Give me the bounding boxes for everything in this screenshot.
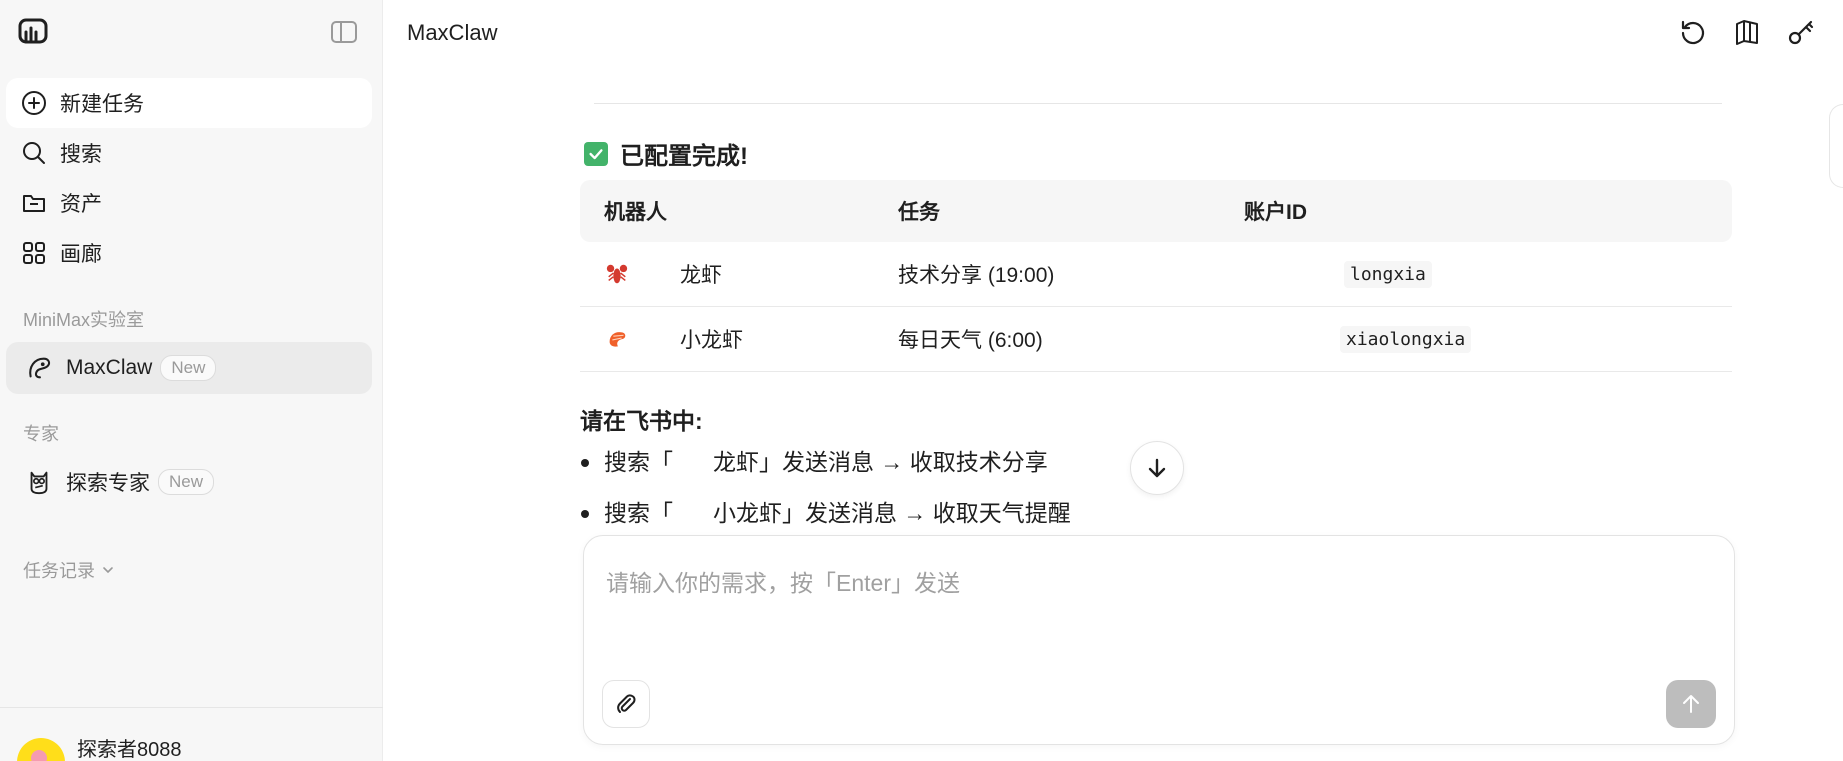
config-table: 机器人 任务 账户ID 龙虾 技术分享 (19:00) longxia 小龙虾 … (580, 180, 1732, 372)
arrow-up-icon (1683, 695, 1699, 713)
maxclaw-label: MaxClaw (66, 356, 153, 379)
search-icon (20, 139, 48, 167)
composer (583, 535, 1735, 745)
prompt-input[interactable] (606, 564, 1706, 664)
attach-button[interactable] (602, 680, 650, 728)
scroll-down-button[interactable] (1130, 441, 1184, 495)
divider (594, 103, 1722, 104)
book-icon[interactable] (1733, 18, 1761, 46)
history-icon[interactable] (1679, 18, 1707, 46)
header-actions (1679, 18, 1815, 46)
sidebar-item-explore-expert[interactable]: 探索专家 New (6, 456, 372, 508)
lab-section-label: MiniMax实验室 (23, 310, 145, 330)
chat-message: 已配置完成! 机器人 任务 账户ID 龙虾 技术分享 (19:00) longx… (580, 66, 1732, 536)
robot-name: 龙虾 (680, 264, 722, 287)
logo-icon[interactable] (18, 18, 48, 46)
account-id: xiaolongxia (1340, 326, 1472, 353)
username: 探索者8088 (77, 739, 182, 761)
header-account: 账户ID (1244, 201, 1307, 224)
sidebar-nav: 新建任务 搜索 资产 画廊 (6, 78, 372, 278)
status-text: 已配置完成! (620, 143, 748, 170)
new-task-button[interactable]: 新建任务 (6, 78, 372, 128)
task-history-toggle[interactable]: 任务记录 (23, 557, 115, 583)
instructions-title: 请在飞书中: (580, 408, 703, 434)
expert-section-label: 专家 (23, 424, 59, 444)
header: MaxClaw (384, 0, 1843, 66)
account-id: longxia (1344, 261, 1432, 288)
table-row: 龙虾 技术分享 (19:00) longxia (580, 242, 1732, 307)
arrow-down-icon (1148, 458, 1166, 478)
send-button[interactable] (1666, 680, 1716, 728)
grid-icon (20, 239, 48, 267)
bullet-prefix: 搜索「 (604, 449, 673, 475)
shrimp-icon (604, 326, 630, 352)
nav-label: 新建任务 (60, 93, 144, 116)
maxclaw-icon (24, 353, 54, 383)
user-area: 探索者8088 (0, 707, 383, 761)
sidebar-item-search[interactable]: 搜索 (6, 128, 372, 178)
chevron-down-icon (103, 567, 113, 574)
paperclip-icon (617, 694, 636, 713)
check-icon (584, 141, 608, 166)
folder-icon (20, 189, 48, 217)
robot-cell: 小龙虾 (580, 324, 898, 354)
table-header: 机器人 任务 账户ID (580, 180, 1732, 242)
side-panel-handle[interactable] (1829, 104, 1843, 188)
robot-cell: 龙虾 (580, 259, 898, 289)
status-line: 已配置完成! (584, 136, 748, 171)
nav-label: 搜索 (60, 143, 102, 166)
lobster-icon (604, 261, 630, 287)
sidebar-toggle-icon[interactable] (330, 20, 358, 44)
task-history-label: 任务记录 (23, 561, 95, 581)
page-title: MaxClaw (407, 20, 498, 45)
nav-label: 资产 (60, 193, 102, 216)
header-task: 任务 (898, 201, 940, 224)
owl-icon (24, 467, 54, 497)
list-item: 搜索「 小龙虾」发送消息 → 收取天气提醒 (580, 495, 1071, 536)
task-cell: 技术分享 (19:00) (898, 264, 1055, 287)
key-icon[interactable] (1787, 18, 1815, 46)
account-cell: longxia (1244, 261, 1732, 288)
list-item: 搜索「 龙虾」发送消息 → 收取技术分享 (580, 444, 1071, 495)
new-badge: New (160, 355, 217, 381)
nav-label: 画廊 (60, 243, 102, 266)
sidebar: 新建任务 搜索 资产 画廊 MiniMax实验室 MaxClaw New 专家 … (0, 0, 383, 761)
header-robot: 机器人 (604, 201, 667, 224)
sidebar-item-gallery[interactable]: 画廊 (6, 228, 372, 278)
bullet-text: 小龙虾」发送消息 → 收取天气提醒 (713, 500, 1071, 526)
plus-circle-icon (20, 89, 48, 117)
bullet-text: 龙虾」发送消息 → 收取技术分享 (713, 449, 1048, 475)
instructions-list: 搜索「 龙虾」发送消息 → 收取技术分享 搜索「 小龙虾」发送消息 → 收取天气提醒 (580, 444, 1071, 536)
task-cell: 每日天气 (6:00) (898, 329, 1043, 352)
bullet-prefix: 搜索「 (604, 500, 673, 526)
explore-expert-label: 探索专家 (66, 472, 150, 495)
avatar[interactable] (17, 738, 65, 761)
table-row: 小龙虾 每日天气 (6:00) xiaolongxia (580, 307, 1732, 372)
robot-name: 小龙虾 (680, 329, 743, 352)
new-badge: New (158, 469, 215, 495)
account-cell: xiaolongxia (1244, 326, 1732, 353)
sidebar-item-assets[interactable]: 资产 (6, 178, 372, 228)
sidebar-item-maxclaw[interactable]: MaxClaw New (6, 342, 372, 394)
